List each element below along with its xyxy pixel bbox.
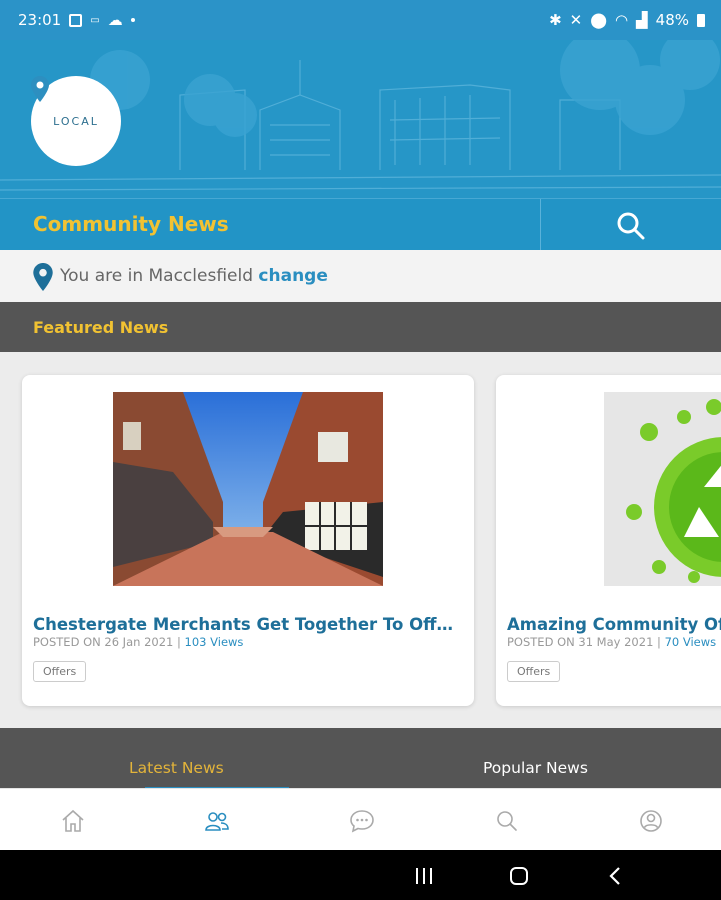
notification-icon: ▭ [90, 14, 100, 26]
wifi-icon: ◠ [615, 11, 629, 29]
news-card-image [604, 392, 721, 586]
bottom-navigation [0, 788, 721, 850]
local-logo[interactable]: LOCAL [31, 76, 121, 166]
location-pin-icon [33, 263, 53, 291]
location-bar: You are in Macclesfield change [0, 250, 721, 302]
home-button-icon[interactable] [508, 865, 530, 887]
change-location-link[interactable]: change [258, 266, 327, 286]
logo-pin-icon [31, 76, 49, 102]
news-card[interactable]: Chestergate Merchants Get Together To Of… [22, 375, 474, 706]
news-tabs: Latest News Popular News [0, 728, 721, 789]
tab-latest-news[interactable]: Latest News [129, 759, 224, 777]
search-nav-icon[interactable] [494, 808, 520, 834]
tab-popular-news[interactable]: Popular News [483, 759, 588, 777]
news-card-tag[interactable]: Offers [33, 661, 87, 682]
news-card-meta: POSTED ON 31 May 2021 | 70 Views [507, 635, 716, 649]
featured-news-header: Featured News [0, 302, 721, 352]
news-card-posted: POSTED ON 26 Jan 2021 | [33, 635, 181, 649]
search-icon[interactable] [615, 210, 647, 242]
featured-news-heading: Featured News [33, 318, 169, 337]
battery-level: 48% [655, 11, 689, 29]
location-icon: ⬤ [590, 11, 608, 29]
chat-icon[interactable] [349, 808, 375, 834]
location-prefix: You are in Macclesfield [60, 266, 254, 286]
bluetooth-icon: ✱ [549, 11, 562, 29]
news-card-tag[interactable]: Offers [507, 661, 561, 682]
home-icon[interactable] [60, 808, 86, 834]
page-title: Community News [33, 212, 229, 236]
title-divider [540, 199, 541, 251]
back-icon[interactable] [606, 865, 624, 887]
location-text: You are in Macclesfield change [60, 266, 328, 286]
mute-icon: ✕ [569, 11, 583, 29]
system-navigation [0, 850, 721, 900]
recent-apps-icon[interactable] [414, 865, 434, 887]
news-card-title[interactable]: Chestergate Merchants Get Together To Of… [33, 615, 463, 634]
battery-icon [697, 13, 705, 27]
status-bar: 23:01 ▭ ☁ ✱ ✕ ⬤ ◠ ▟ 48% [0, 0, 721, 40]
cloud-icon: ☁ [107, 11, 123, 29]
gallery-icon [69, 13, 83, 27]
title-bar: Community News [0, 198, 721, 251]
clock: 23:01 [18, 11, 62, 29]
news-card-image [113, 392, 383, 586]
news-card-posted: POSTED ON 31 May 2021 | [507, 635, 661, 649]
news-card-title[interactable]: Amazing Community Offers [507, 615, 721, 634]
news-card-views: 103 Views [184, 635, 244, 649]
header-banner: LOCAL [0, 40, 721, 198]
news-card[interactable]: Amazing Community Offers POSTED ON 31 Ma… [496, 375, 721, 706]
more-dot-icon [130, 18, 135, 22]
profile-icon[interactable] [638, 808, 664, 834]
news-card-views: 70 Views [664, 635, 717, 649]
featured-carousel[interactable]: Chestergate Merchants Get Together To Of… [0, 352, 721, 728]
signal-icon: ▟ [636, 11, 648, 29]
community-icon[interactable] [204, 808, 230, 834]
logo-text: LOCAL [53, 114, 99, 128]
news-card-meta: POSTED ON 26 Jan 2021 | 103 Views [33, 635, 243, 649]
